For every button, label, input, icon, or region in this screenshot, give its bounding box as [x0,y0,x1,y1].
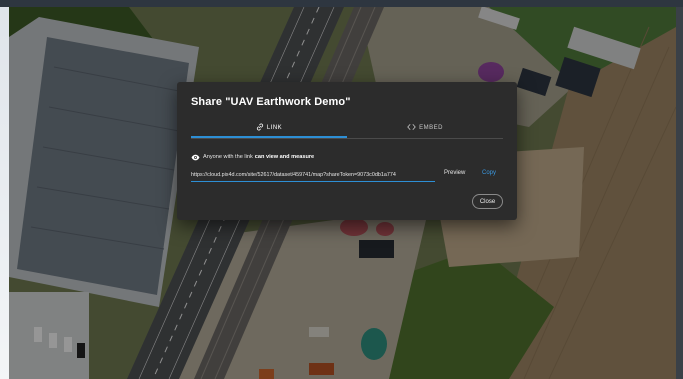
permission-row: Anyone with the link can view and measur… [191,152,314,162]
eye-icon [191,154,200,160]
tab-link[interactable]: LINK [191,118,347,137]
tab-link-label: LINK [266,124,283,131]
tab-embed-label: EMBED [419,124,443,131]
share-url-field [191,169,435,182]
preview-button[interactable]: Preview [444,170,465,176]
tab-embed[interactable]: EMBED [347,118,503,137]
dialog-title: Share "UAV Earthwork Demo" [191,96,351,108]
right-panel-edge [676,7,683,379]
share-url-input[interactable] [191,169,435,181]
permission-level: can view and measure [254,154,315,160]
active-tab-indicator [191,136,347,138]
top-bar [0,0,683,7]
code-icon [407,123,416,133]
share-dialog: Share "UAV Earthwork Demo" LINK EMBED An… [177,82,517,220]
close-button[interactable]: Close [472,194,503,209]
permission-text: Anyone with the link [203,154,253,160]
share-tabs: LINK EMBED [191,118,503,139]
copy-button[interactable]: Copy [482,170,496,176]
link-icon [256,123,264,133]
left-panel-edge [0,7,9,379]
